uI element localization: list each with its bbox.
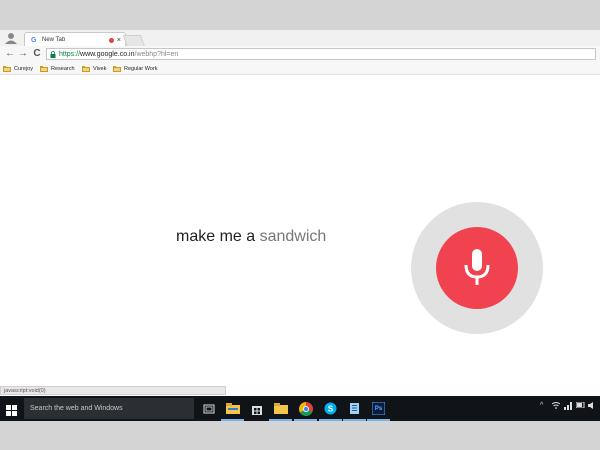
taskbar: Search the web and Windows S Ps ^	[0, 396, 600, 421]
notepad-button[interactable]	[343, 400, 366, 421]
task-view-icon	[203, 404, 214, 413]
chrome-icon	[298, 401, 313, 416]
photoshop-label: Ps	[374, 405, 383, 412]
bookmark-curejoy[interactable]: Curejoy	[3, 64, 33, 73]
store-button[interactable]	[248, 400, 265, 417]
bookmark-label: Curejoy	[14, 65, 33, 72]
url-scheme: https://	[59, 50, 81, 58]
folder-icon	[273, 403, 288, 414]
taskbar-search-box[interactable]: Search the web and Windows	[24, 398, 194, 419]
tab-title: New Tab	[42, 37, 66, 43]
folder-icon	[82, 65, 90, 72]
skype-icon: S	[324, 402, 337, 415]
microphone-button[interactable]	[436, 227, 518, 309]
screen: G New Tab × ← → C https:// www.google.co…	[0, 30, 600, 421]
bookmark-vivek[interactable]: Vivek	[82, 64, 106, 73]
battery-icon[interactable]	[575, 401, 585, 410]
svg-text:S: S	[328, 405, 334, 414]
wifi-icon[interactable]	[551, 402, 561, 411]
bookmark-label: Regular Work	[124, 65, 158, 72]
network-icon[interactable]	[564, 402, 572, 412]
photoshop-button[interactable]: Ps	[367, 400, 390, 421]
microphone-icon	[464, 249, 490, 285]
folder-icon	[113, 65, 121, 72]
folder-icon	[3, 65, 11, 72]
url-host: www.google.co.in	[80, 50, 135, 58]
voice-query-text: make me a sandwich	[176, 228, 326, 246]
windows-logo-icon	[6, 405, 17, 416]
volume-icon[interactable]	[588, 402, 596, 411]
forward-button[interactable]: →	[17, 48, 29, 60]
reload-button[interactable]: C	[31, 48, 43, 60]
task-view-button[interactable]	[200, 400, 217, 417]
chrome-button[interactable]	[294, 400, 317, 421]
store-icon	[251, 405, 262, 415]
active-indicator	[294, 419, 317, 421]
address-bar[interactable]: https:// www.google.co.in /webhp?hl=en	[46, 48, 596, 60]
active-indicator	[269, 419, 292, 421]
query-pending: sandwich	[259, 228, 327, 245]
skype-button[interactable]: S	[319, 400, 342, 421]
notepad-icon	[349, 403, 359, 414]
profile-avatar-icon[interactable]	[2, 31, 20, 45]
start-button[interactable]	[6, 403, 17, 416]
bookmark-regular-work[interactable]: Regular Work	[113, 64, 158, 73]
active-indicator	[343, 419, 366, 421]
back-button[interactable]: ←	[4, 48, 16, 60]
bookmarks-bar: Curejoy Research Vivek Regular Work	[0, 63, 600, 75]
lock-icon	[50, 50, 56, 58]
bookmark-research[interactable]: Research	[40, 64, 75, 73]
folder-icon	[40, 65, 48, 72]
file-explorer-icon	[225, 403, 240, 414]
close-tab-icon[interactable]: ×	[117, 37, 121, 44]
status-bubble: javascript:void(0)	[0, 386, 226, 395]
tray-chevron-icon[interactable]: ^	[540, 402, 543, 409]
navigation-bar: ← → C https:// www.google.co.in /webhp?h…	[0, 46, 600, 64]
query-recognized: make me a	[176, 228, 260, 245]
bookmark-label: Vivek	[93, 65, 107, 72]
tab-strip: G New Tab ×	[0, 30, 600, 47]
url-path: /webhp?hl=en	[134, 50, 179, 58]
folder-button[interactable]	[269, 400, 292, 421]
recording-indicator-icon	[108, 37, 114, 43]
file-explorer-button[interactable]	[221, 400, 244, 421]
active-indicator	[221, 419, 244, 421]
bookmark-label: Research	[51, 65, 75, 72]
google-favicon-icon: G	[31, 36, 37, 44]
tab-new-tab[interactable]: G New Tab ×	[24, 32, 126, 47]
active-indicator	[367, 419, 390, 421]
mic-level-ring	[411, 202, 543, 334]
active-indicator	[319, 419, 342, 421]
